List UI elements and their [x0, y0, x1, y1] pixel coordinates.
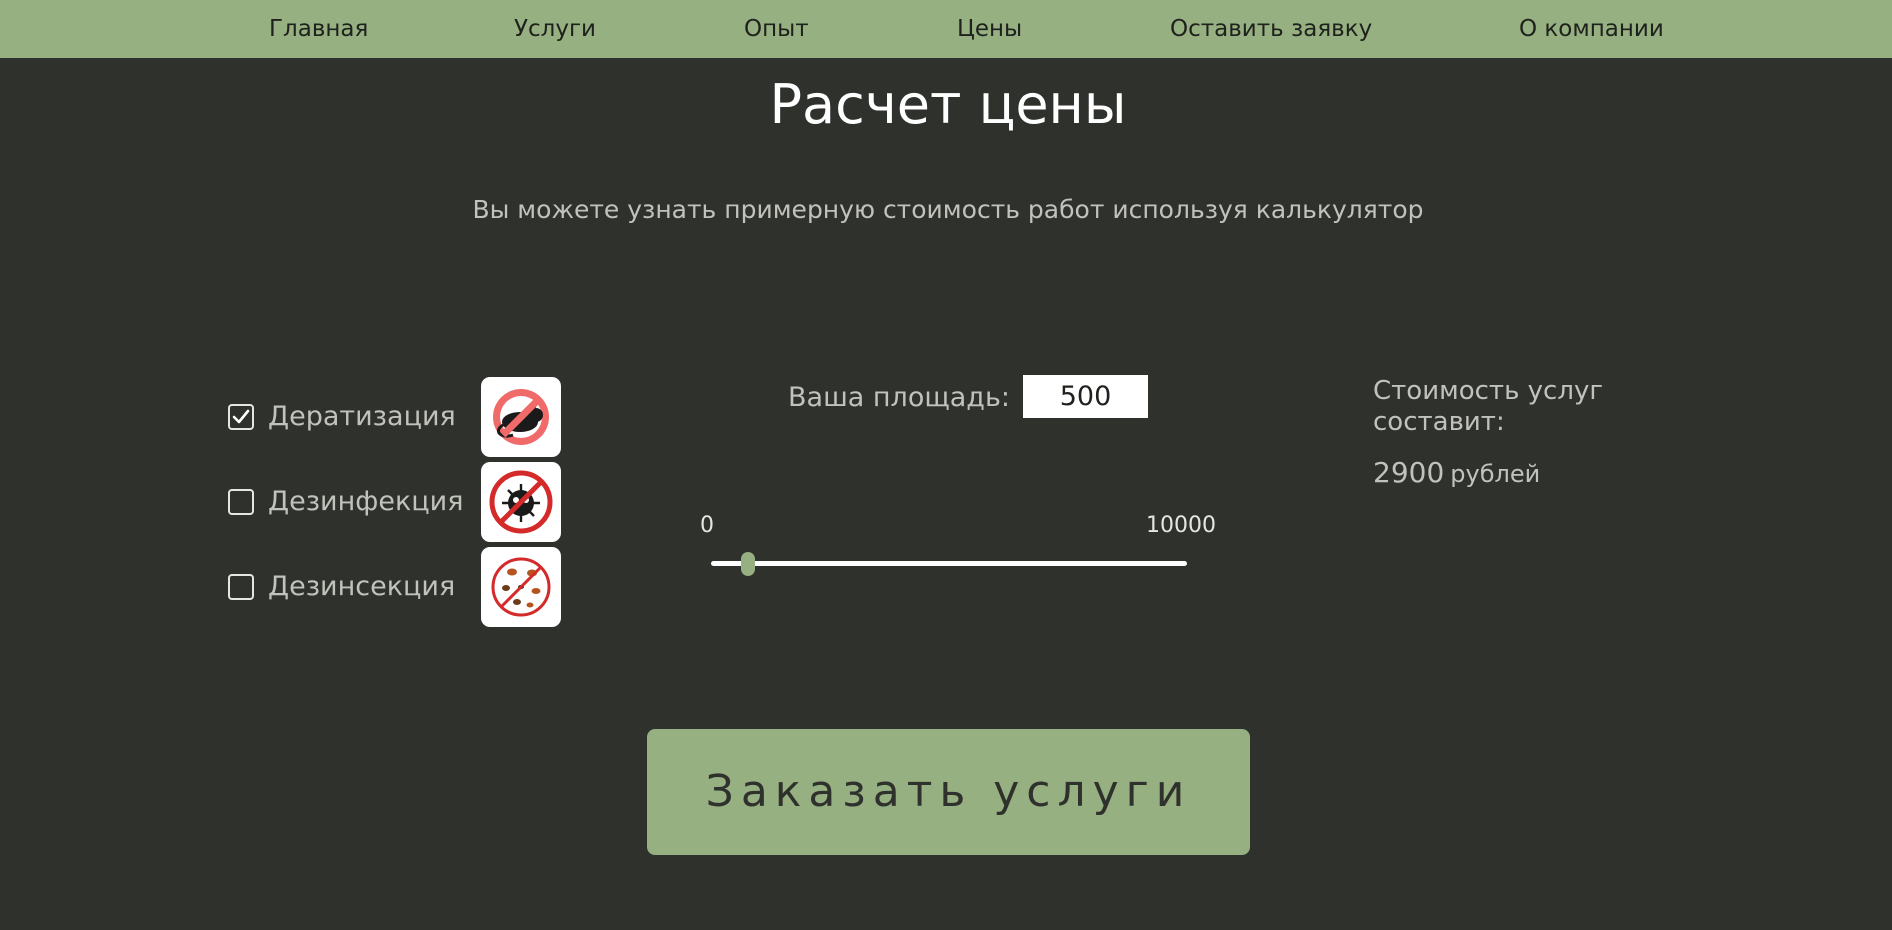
area-input[interactable] [1023, 375, 1148, 418]
nav-link-prices[interactable]: Цены [957, 0, 1022, 58]
cost-label: Стоимость услуг составит: [1373, 376, 1604, 437]
nav-link-experience[interactable]: Опыт [744, 0, 809, 58]
area-slider-thumb[interactable] [741, 552, 756, 576]
service-label-disinfection: Дезинфекция [268, 486, 464, 517]
area-slider-track[interactable] [711, 561, 1187, 566]
service-row-disinsection: Дезинсекция [228, 547, 562, 627]
cost-output: 2900 рублей [1373, 456, 1540, 491]
area-label: Ваша площадь: [788, 382, 1010, 413]
no-germs-icon [481, 462, 561, 542]
no-rats-icon [481, 377, 561, 457]
slider-min-label: 0 [700, 513, 714, 538]
top-nav: Главная Услуги Опыт Цены Оставить заявку… [0, 0, 1892, 58]
nav-link-services[interactable]: Услуги [514, 0, 596, 58]
nav-link-request[interactable]: Оставить заявку [1170, 0, 1372, 58]
no-insects-icon [481, 547, 561, 627]
service-label-disinsection: Дезинсекция [268, 571, 456, 602]
page-subtitle: Вы можете узнать примерную стоимость раб… [472, 195, 1424, 224]
service-checkbox-deratization[interactable] [228, 404, 254, 430]
service-checkbox-disinsection[interactable] [228, 574, 254, 600]
nav-link-about[interactable]: О компании [1519, 0, 1664, 58]
service-label-deratization: Дератизация [268, 401, 456, 432]
service-row-disinfection: Дезинфекция [228, 462, 562, 542]
checkmark-icon [232, 409, 250, 424]
cost-value: 2900 [1373, 456, 1445, 489]
cost-unit: рублей [1450, 460, 1541, 488]
service-row-deratization: Дератизация [228, 377, 562, 457]
service-checkbox-disinfection[interactable] [228, 489, 254, 515]
nav-link-home[interactable]: Главная [269, 0, 368, 58]
page-title: Расчет цены [769, 73, 1127, 136]
slider-max-label: 10000 [1146, 513, 1216, 538]
order-services-button[interactable]: Заказать услуги [647, 729, 1250, 855]
